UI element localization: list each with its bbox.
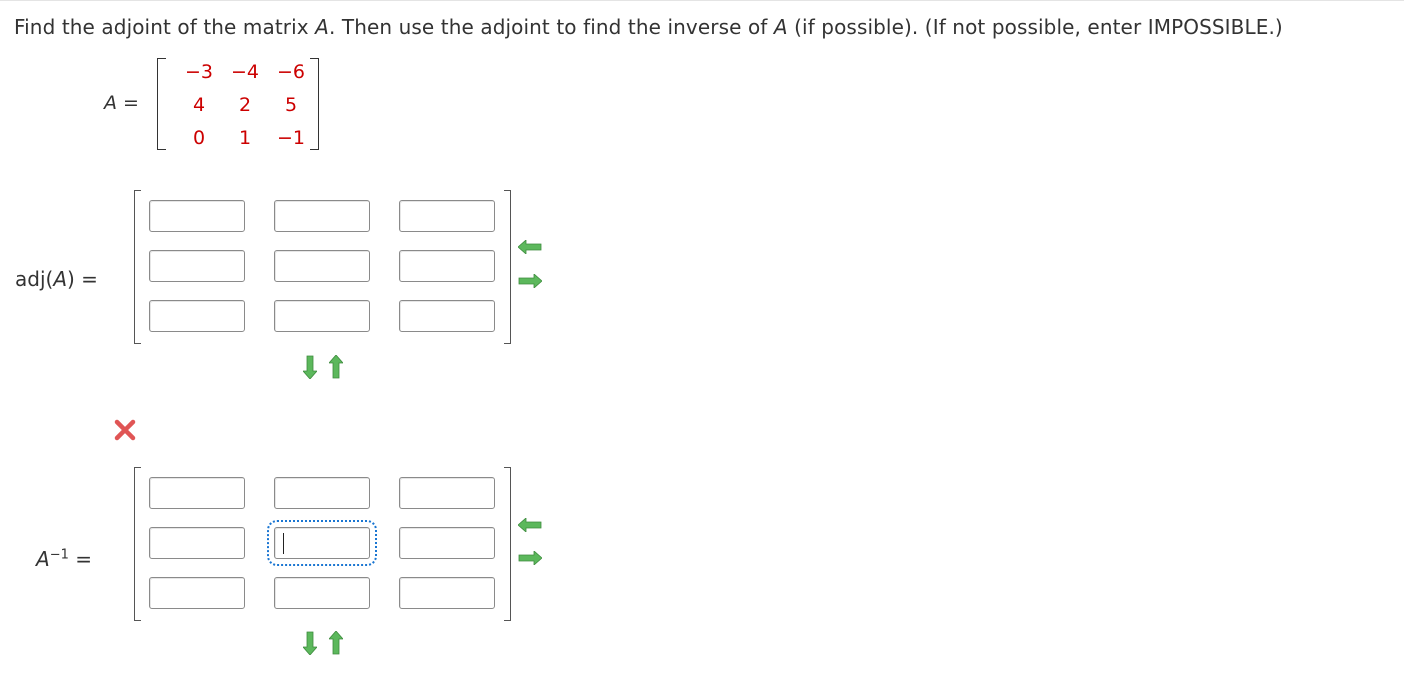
given-cell-2-1: 1 bbox=[238, 127, 252, 149]
arrow-left-icon[interactable] bbox=[518, 240, 542, 254]
inverse-input-2-1[interactable] bbox=[274, 577, 370, 609]
inverse-label-eq: = bbox=[68, 547, 92, 571]
given-matrix-var: A bbox=[104, 92, 117, 114]
adjoint-label-post: ) = bbox=[67, 267, 98, 291]
arrow-up-icon[interactable] bbox=[329, 355, 343, 379]
given-cell-0-1: −4 bbox=[230, 61, 259, 83]
question-part3: (if possible). (If not possible, enter I… bbox=[787, 15, 1283, 39]
inverse-right-bracket bbox=[504, 467, 511, 621]
inverse-input-1-2[interactable] bbox=[399, 527, 495, 559]
arrow-down-icon[interactable] bbox=[303, 355, 317, 379]
adjoint-input-0-1[interactable] bbox=[274, 200, 370, 232]
arrow-down-icon[interactable] bbox=[303, 631, 317, 655]
text-caret bbox=[283, 533, 284, 554]
question-var-a2: A bbox=[773, 15, 788, 39]
adjoint-label: adj(A) = bbox=[15, 267, 98, 291]
adjoint-input-2-0[interactable] bbox=[149, 300, 245, 332]
adjoint-input-0-0[interactable] bbox=[149, 200, 245, 232]
adjoint-input-1-1[interactable] bbox=[274, 250, 370, 282]
given-cell-2-2: −1 bbox=[276, 127, 305, 149]
given-cell-1-1: 2 bbox=[238, 94, 252, 116]
given-cell-1-0: 4 bbox=[192, 94, 206, 116]
adjoint-input-1-0[interactable] bbox=[149, 250, 245, 282]
given-matrix-left-bracket bbox=[157, 58, 166, 150]
adjoint-label-var: A bbox=[53, 267, 67, 291]
arrow-right-icon[interactable] bbox=[518, 551, 542, 565]
adjoint-input-2-2[interactable] bbox=[399, 300, 495, 332]
inverse-input-0-2[interactable] bbox=[399, 477, 495, 509]
arrow-right-icon[interactable] bbox=[518, 274, 542, 288]
inverse-left-bracket bbox=[134, 467, 141, 621]
inverse-input-1-0[interactable] bbox=[149, 527, 245, 559]
question-part1: Find the adjoint of the matrix bbox=[14, 15, 316, 39]
given-cell-2-0: 0 bbox=[192, 127, 206, 149]
given-matrix-eq: = bbox=[117, 92, 139, 114]
question-part2: . Then use the adjoint to find the inver… bbox=[328, 15, 774, 39]
question-text: Find the adjoint of the matrix A. Then u… bbox=[14, 15, 1283, 39]
adjoint-input-1-2[interactable] bbox=[399, 250, 495, 282]
given-cell-0-2: −6 bbox=[276, 61, 305, 83]
given-matrix-label: A = bbox=[104, 92, 139, 114]
inverse-input-1-1-focused[interactable] bbox=[267, 520, 377, 566]
adjoint-right-bracket bbox=[504, 190, 511, 344]
inverse-label-sup: −1 bbox=[49, 547, 69, 563]
inverse-input-2-2[interactable] bbox=[399, 577, 495, 609]
adjoint-left-bracket bbox=[134, 190, 141, 344]
inverse-input-0-0[interactable] bbox=[149, 477, 245, 509]
inverse-label-var: A bbox=[36, 547, 50, 571]
red-x-icon bbox=[114, 419, 136, 441]
adjoint-input-2-1[interactable] bbox=[274, 300, 370, 332]
question-var-a: A bbox=[315, 15, 329, 39]
adjoint-label-pre: adj( bbox=[15, 267, 54, 291]
arrow-left-icon[interactable] bbox=[518, 518, 542, 532]
given-cell-0-0: −3 bbox=[184, 61, 213, 83]
inverse-input-0-1[interactable] bbox=[274, 477, 370, 509]
arrow-up-icon[interactable] bbox=[329, 631, 343, 655]
top-divider bbox=[0, 0, 1404, 1]
inverse-input-2-0[interactable] bbox=[149, 577, 245, 609]
adjoint-input-0-2[interactable] bbox=[399, 200, 495, 232]
given-cell-1-2: 5 bbox=[284, 94, 298, 116]
inverse-label: A−1 = bbox=[36, 547, 92, 571]
